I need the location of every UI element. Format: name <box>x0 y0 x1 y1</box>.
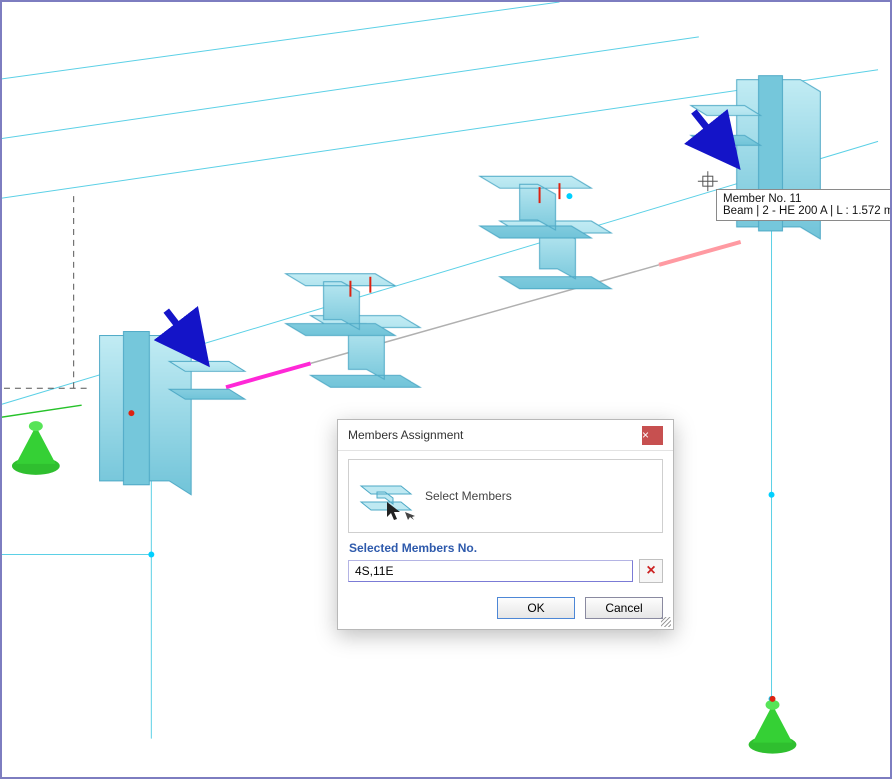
member-tooltip: Member No. 11 Beam | 2 - HE 200 A | L : … <box>716 189 892 221</box>
dialog-title: Members Assignment <box>348 420 642 450</box>
selected-members-section-label: Selected Members No. <box>349 541 662 555</box>
member-11-selected[interactable] <box>659 242 741 265</box>
clear-input-button[interactable]: × <box>639 559 663 583</box>
clear-icon: × <box>646 562 655 580</box>
model-canvas[interactable] <box>2 2 890 778</box>
node-red <box>128 410 134 416</box>
callout-arrows <box>166 112 733 359</box>
cursor-crosshair <box>698 171 718 191</box>
resize-grip-icon[interactable] <box>661 617 671 627</box>
viewport[interactable]: Member No. 11 Beam | 2 - HE 200 A | L : … <box>0 0 892 779</box>
select-members-pane: Select Members <box>348 459 663 533</box>
select-members-icon[interactable] <box>359 472 415 520</box>
selected-members-input[interactable] <box>348 560 633 582</box>
guide-lines <box>2 196 87 388</box>
green-axis <box>2 405 82 420</box>
select-members-label: Select Members <box>425 489 512 503</box>
node-red-2 <box>770 696 776 702</box>
close-icon: × <box>642 420 663 450</box>
cancel-button[interactable]: Cancel <box>585 597 663 619</box>
tooltip-detail: Beam | 2 - HE 200 A | L : 1.572 m <box>723 205 892 217</box>
members-assignment-dialog[interactable]: Members Assignment × Select Members Sele… <box>337 419 674 630</box>
cursor-icon <box>387 502 401 520</box>
close-button[interactable]: × <box>642 426 663 445</box>
dialog-titlebar[interactable]: Members Assignment × <box>338 420 673 451</box>
ok-button[interactable]: OK <box>497 597 575 619</box>
tooltip-title: Member No. 11 <box>723 193 892 205</box>
